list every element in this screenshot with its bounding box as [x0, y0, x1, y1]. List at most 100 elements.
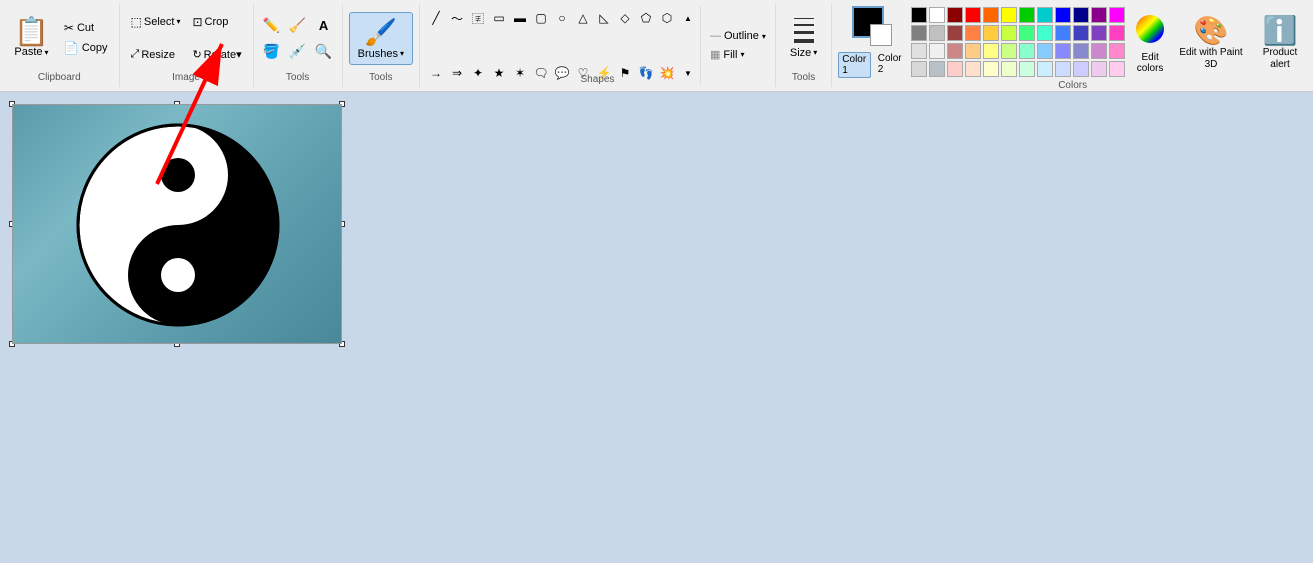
eyedropper-tool[interactable]: 💉	[286, 39, 310, 63]
text-tool[interactable]: A	[312, 13, 336, 37]
callout-rect-shape[interactable]: 🗨	[531, 63, 551, 83]
color-e7[interactable]	[1019, 43, 1035, 59]
color-e3[interactable]	[947, 43, 963, 59]
size-button[interactable]: Size ▾	[782, 14, 825, 63]
color-blue[interactable]	[1055, 7, 1071, 23]
canvas-area[interactable]	[0, 92, 1313, 563]
color-e2[interactable]	[929, 43, 945, 59]
color-black[interactable]	[911, 7, 927, 23]
color-e9[interactable]	[1055, 43, 1071, 59]
product-alert-button[interactable]: ℹ️ Product alert	[1253, 12, 1307, 73]
color-red[interactable]	[947, 7, 963, 23]
eraser-tool[interactable]: 🧹	[286, 13, 310, 37]
color-d4[interactable]	[1001, 25, 1017, 41]
resize-button[interactable]: ⤢ Resize	[126, 46, 186, 63]
color-orange[interactable]	[965, 7, 981, 23]
color-f9[interactable]	[1055, 61, 1071, 77]
color-e1[interactable]	[911, 43, 927, 59]
star6-shape[interactable]: ✶	[510, 63, 530, 83]
color2-button[interactable]: Color 2	[875, 52, 905, 78]
color-f2[interactable]	[929, 61, 945, 77]
color-e11[interactable]	[1091, 43, 1107, 59]
color-d7[interactable]	[1055, 25, 1071, 41]
star5-shape[interactable]: ★	[489, 63, 509, 83]
color-d10[interactable]	[1109, 25, 1125, 41]
rounded-rect-shape[interactable]: ▢	[531, 8, 551, 28]
color-e12[interactable]	[1109, 43, 1125, 59]
color-white[interactable]	[929, 7, 945, 23]
ellipse-shape[interactable]: ○	[552, 8, 572, 28]
color-f5[interactable]	[983, 61, 999, 77]
color-e10[interactable]	[1073, 43, 1089, 59]
color-d3[interactable]	[983, 25, 999, 41]
outline-icon: —	[710, 30, 721, 42]
edit-with-paint3d-button[interactable]: 🎨 Edit with Paint 3D	[1175, 12, 1247, 73]
paste-button[interactable]: 📋 Paste ▾	[6, 6, 57, 70]
color-lgray1[interactable]	[929, 25, 945, 41]
color-e8[interactable]	[1037, 43, 1053, 59]
color-f8[interactable]	[1037, 61, 1053, 77]
freeform-shape[interactable]: 〾	[468, 8, 488, 28]
select-button[interactable]: ⬚ Select ▾	[126, 13, 186, 31]
color-teal[interactable]	[1037, 7, 1053, 23]
brushes-button[interactable]: 🖌️ Brushes ▾	[349, 12, 413, 65]
color-purple[interactable]	[1091, 7, 1107, 23]
callout-oval-shape[interactable]: 💬	[552, 63, 572, 83]
pencil-tool[interactable]: ✏️	[260, 13, 284, 37]
color2-swatch[interactable]	[870, 24, 892, 46]
color-f7[interactable]	[1019, 61, 1035, 77]
paste-arrow: ▾	[45, 48, 49, 57]
rotate-button[interactable]: ↻ Rotate▾	[187, 46, 246, 63]
scroll-up-shapes[interactable]: ▲	[678, 8, 698, 28]
color-d6[interactable]	[1037, 25, 1053, 41]
color-f4[interactable]	[965, 61, 981, 77]
cut-button[interactable]: ✂ Cut	[59, 19, 113, 37]
curve-shape[interactable]: 〜	[447, 8, 467, 28]
color-d1[interactable]	[947, 25, 963, 41]
footprint-shape[interactable]: 👣	[636, 63, 656, 83]
triangle-shape[interactable]: △	[573, 8, 593, 28]
rect-shape[interactable]: ▭	[489, 8, 509, 28]
magnifier-tool[interactable]: 🔍	[312, 39, 336, 63]
color-f6[interactable]	[1001, 61, 1017, 77]
color-navy[interactable]	[1073, 7, 1089, 23]
color-d9[interactable]	[1091, 25, 1107, 41]
copy-button[interactable]: 📄 Copy	[59, 39, 113, 57]
color-lime[interactable]	[1001, 7, 1017, 23]
tools-label3: Tools	[792, 72, 815, 85]
color-e4[interactable]	[965, 43, 981, 59]
arrow-right-shape[interactable]: →	[426, 63, 446, 83]
color-f12[interactable]	[1109, 61, 1125, 77]
color-d8[interactable]	[1073, 25, 1089, 41]
color-magenta[interactable]	[1109, 7, 1125, 23]
color-f11[interactable]	[1091, 61, 1107, 77]
hexagon-shape[interactable]: ⬡	[657, 8, 677, 28]
scroll-down-shapes[interactable]: ▼	[678, 63, 698, 83]
line-shape[interactable]: ╱	[426, 8, 446, 28]
rect2-shape[interactable]: ▬	[510, 8, 530, 28]
rainbow-button[interactable]	[1132, 11, 1168, 50]
color-yellow[interactable]	[983, 7, 999, 23]
color-e5[interactable]	[983, 43, 999, 59]
color-d5[interactable]	[1019, 25, 1035, 41]
crop-button[interactable]: ⊡ Crop	[187, 13, 246, 31]
arrow-shape2[interactable]: ⇒	[447, 63, 467, 83]
pentagon-shape[interactable]: ⬠	[636, 8, 656, 28]
fill-tool[interactable]: 🪣	[260, 39, 284, 63]
flag-shape[interactable]: ⚑	[615, 63, 635, 83]
explosion-shape[interactable]: 💥	[657, 63, 677, 83]
outline-button[interactable]: — Outline ▾	[705, 28, 771, 44]
right-triangle-shape[interactable]: ◺	[594, 8, 614, 28]
color-e6[interactable]	[1001, 43, 1017, 59]
diamond-shape[interactable]: ◇	[615, 8, 635, 28]
color-f3[interactable]	[947, 61, 963, 77]
canvas-image[interactable]	[12, 104, 342, 344]
color-gray1[interactable]	[911, 25, 927, 41]
color-d2[interactable]	[965, 25, 981, 41]
color1-button[interactable]: Color 1	[838, 52, 870, 78]
star4-shape[interactable]: ✦	[468, 63, 488, 83]
fill-button[interactable]: ▦ Fill ▾	[705, 46, 771, 63]
color-green[interactable]	[1019, 7, 1035, 23]
color-f10[interactable]	[1073, 61, 1089, 77]
color-f1[interactable]	[911, 61, 927, 77]
